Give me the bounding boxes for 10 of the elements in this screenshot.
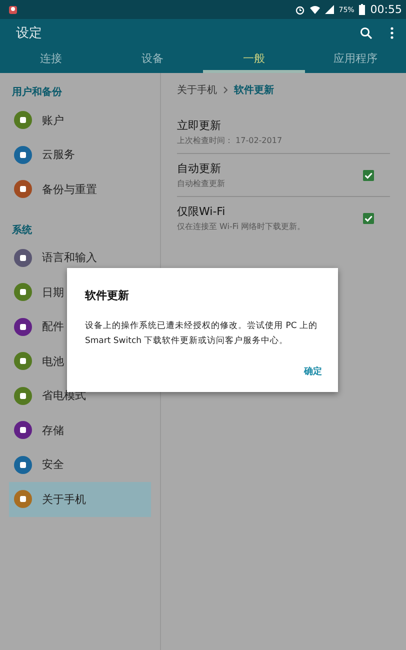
section-header: 系统 [11, 224, 33, 238]
dialog-title: 软件更新 [85, 288, 130, 303]
setting-summary: 仅在连接至 Wi-Fi 网络时下载更新。 [177, 221, 306, 232]
app-title: 设定 [16, 24, 43, 42]
setting-summary: 上次检查时间： 17-02-2017 [177, 135, 284, 146]
clock-time: 00:55 [370, 3, 402, 16]
dialog-message: 设备上的操作系统已遭未经授权的修改。尝试使用 PC 上的 Smart Switch 下载软件更新或访问客户服务中心。 [85, 320, 318, 348]
breadcrumb-current: 软件更新 [234, 83, 274, 97]
setting-summary: 自动检查更新 [177, 178, 226, 189]
section-header: 用户和备份 [11, 85, 63, 100]
